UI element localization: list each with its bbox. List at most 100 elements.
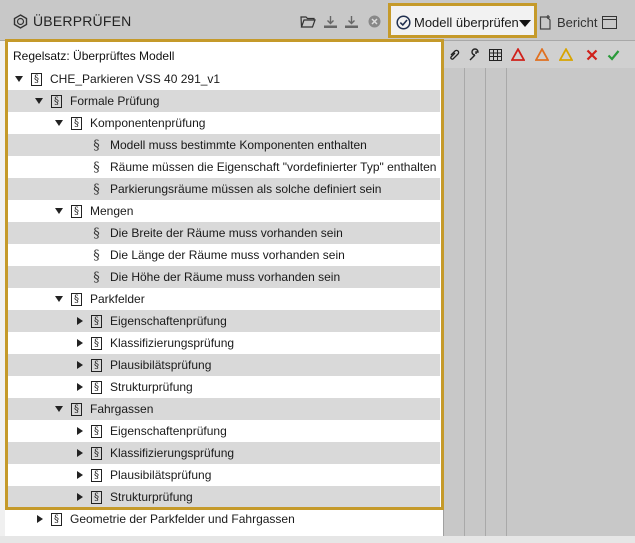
ruleset-group-icon: § <box>71 116 82 130</box>
wrench-icon[interactable] <box>464 41 485 68</box>
tree-item-label: Plausibilätsprüfung <box>110 358 212 372</box>
rule-section-icon: § <box>93 137 100 153</box>
ruleset-group-icon: § <box>71 402 82 416</box>
check-model-button[interactable]: Modell überprüfen <box>388 3 537 38</box>
ruleset-group-icon: § <box>91 468 102 482</box>
tree-item-label: Plausibilätsprüfung <box>110 468 212 482</box>
tree-group-item[interactable]: § Fahrgassen <box>8 398 440 420</box>
tree-group-item[interactable]: § Eigenschaftenprüfung <box>8 420 440 442</box>
ruleset-group-icon: § <box>91 380 102 394</box>
tree-item-label: Klassifizierungsprüfung <box>110 446 235 460</box>
check-model-label: Modell überprüfen <box>414 15 519 30</box>
panel-header: ÜBERPRÜFEN Modell überprüfen Bericht <box>0 0 635 41</box>
tree-item-label: Parkfelder <box>90 292 145 306</box>
expand-closed-icon[interactable] <box>74 316 84 326</box>
expand-closed-icon[interactable] <box>74 448 84 458</box>
tree-item-label: Strukturprüfung <box>110 490 193 504</box>
tree-item-label: Eigenschaftenprüfung <box>110 314 227 328</box>
bottom-strip <box>0 536 635 543</box>
tree-group-item[interactable]: § Klassifizierungsprüfung <box>8 442 440 464</box>
ruleset-group-icon: § <box>31 72 42 86</box>
tree-item-label: Komponentenprüfung <box>90 116 206 130</box>
tree-group-item[interactable]: § Formale Prüfung <box>8 90 440 112</box>
ruleset-group-icon: § <box>91 314 102 328</box>
ruleset-group-icon: § <box>91 446 102 460</box>
expand-open-icon[interactable] <box>34 96 44 106</box>
tree-group-item[interactable]: § Komponentenprüfung <box>8 112 440 134</box>
expand-closed-icon[interactable] <box>34 514 44 524</box>
tree-group-item[interactable]: § CHE_Parkieren VSS 40 291_v1 <box>8 68 440 90</box>
tree-group-item[interactable]: § Plausibilätsprüfung <box>8 464 440 486</box>
expand-open-icon[interactable] <box>14 74 24 84</box>
expand-open-icon[interactable] <box>54 118 64 128</box>
tree-item-label: Die Höhe der Räume muss vorhanden sein <box>110 270 341 284</box>
ruleset-group-icon: § <box>71 292 82 306</box>
paperclip-icon[interactable] <box>443 41 464 68</box>
rule-section-icon: § <box>93 159 100 175</box>
expand-closed-icon[interactable] <box>74 492 84 502</box>
red-x-icon[interactable] <box>581 41 602 68</box>
expand-closed-icon[interactable] <box>74 426 84 436</box>
tree-group-item[interactable]: § Klassifizierungsprüfung <box>8 332 440 354</box>
rule-section-icon: § <box>93 247 100 263</box>
expand-closed-icon[interactable] <box>74 382 84 392</box>
expand-closed-icon[interactable] <box>74 360 84 370</box>
panel-title: ÜBERPRÜFEN <box>33 13 132 29</box>
tree-group-item[interactable]: § Plausibilätsprüfung <box>8 354 440 376</box>
rule-section-icon: § <box>93 269 100 285</box>
column-divider <box>506 68 507 536</box>
download-all-icon[interactable] <box>343 14 359 29</box>
tree-item-label: Mengen <box>90 204 134 218</box>
rule-section-icon: § <box>93 225 100 241</box>
tree-item-label: Strukturprüfung <box>110 380 193 394</box>
tree-item-label: Räume müssen die Eigenschaft "vordefinie… <box>110 160 437 174</box>
rule-section-icon: § <box>93 181 100 197</box>
tree-item-label: Formale Prüfung <box>70 94 160 108</box>
green-check-icon[interactable] <box>603 41 624 68</box>
expand-open-icon[interactable] <box>54 404 64 414</box>
red-warning-icon[interactable] <box>507 41 528 68</box>
layout-icon[interactable] <box>602 16 617 29</box>
tree-item-label: Eigenschaftenprüfung <box>110 424 227 438</box>
tree-rule-item[interactable]: § Die Länge der Räume muss vorhanden sein <box>8 244 440 266</box>
close-circle-icon[interactable] <box>366 14 382 29</box>
ruleset-group-icon: § <box>91 358 102 372</box>
column-divider <box>485 68 486 536</box>
open-folder-icon[interactable] <box>300 14 316 29</box>
tree-rule-item[interactable]: § Räume müssen die Eigenschaft "vordefini… <box>8 156 440 178</box>
orange-warning-icon[interactable] <box>531 41 552 68</box>
checkmark-circle-icon <box>396 15 411 30</box>
report-label: Bericht <box>557 15 598 30</box>
tree-rule-item[interactable]: § Die Höhe der Räume muss vorhanden sein <box>8 266 440 288</box>
download-icon[interactable] <box>322 14 338 29</box>
chevron-down-icon[interactable] <box>519 20 531 27</box>
tree-rule-item[interactable]: § Die Breite der Räume muss vorhanden sei… <box>8 222 440 244</box>
divider <box>443 41 444 536</box>
tree-group-item[interactable]: § Strukturprüfung <box>8 486 440 508</box>
ruleset-group-icon: § <box>91 336 102 350</box>
tree-group-item[interactable]: § Eigenschaftenprüfung <box>8 310 440 332</box>
tree-item-label: Klassifizierungsprüfung <box>110 336 235 350</box>
tree-group-item[interactable]: § Mengen <box>8 200 440 222</box>
expand-closed-icon[interactable] <box>74 470 84 480</box>
yellow-warning-icon[interactable] <box>555 41 576 68</box>
report-icon <box>539 15 551 30</box>
table-icon[interactable] <box>485 41 506 68</box>
tree-group-item[interactable]: § Parkfelder <box>8 288 440 310</box>
tree-item-label: Die Länge der Räume muss vorhanden sein <box>110 248 345 262</box>
ruleset-group-icon: § <box>91 490 102 504</box>
tree-rule-item[interactable]: § Modell muss bestimmte Komponenten entha… <box>8 134 440 156</box>
tree-item-label: CHE_Parkieren VSS 40 291_v1 <box>50 72 221 86</box>
expand-open-icon[interactable] <box>54 206 64 216</box>
tree-group-item[interactable]: § Strukturprüfung <box>8 376 440 398</box>
tree-group-item[interactable]: § Geometrie der Parkfelder und Fahrgassen <box>8 508 440 530</box>
tree-rule-item[interactable]: § Parkierungsräume müssen als solche defi… <box>8 178 440 200</box>
ruleset-tree: Regelsatz: Überprüftes Modell § CHE_Parki… <box>5 41 443 536</box>
result-columns <box>443 41 635 536</box>
ruleset-group-icon: § <box>51 94 62 108</box>
ruleset-group-icon: § <box>51 512 62 526</box>
expand-closed-icon[interactable] <box>74 338 84 348</box>
check-model-logo-icon <box>13 14 28 29</box>
expand-open-icon[interactable] <box>54 294 64 304</box>
ruleset-label: Regelsatz: Überprüftes Modell <box>13 49 175 63</box>
